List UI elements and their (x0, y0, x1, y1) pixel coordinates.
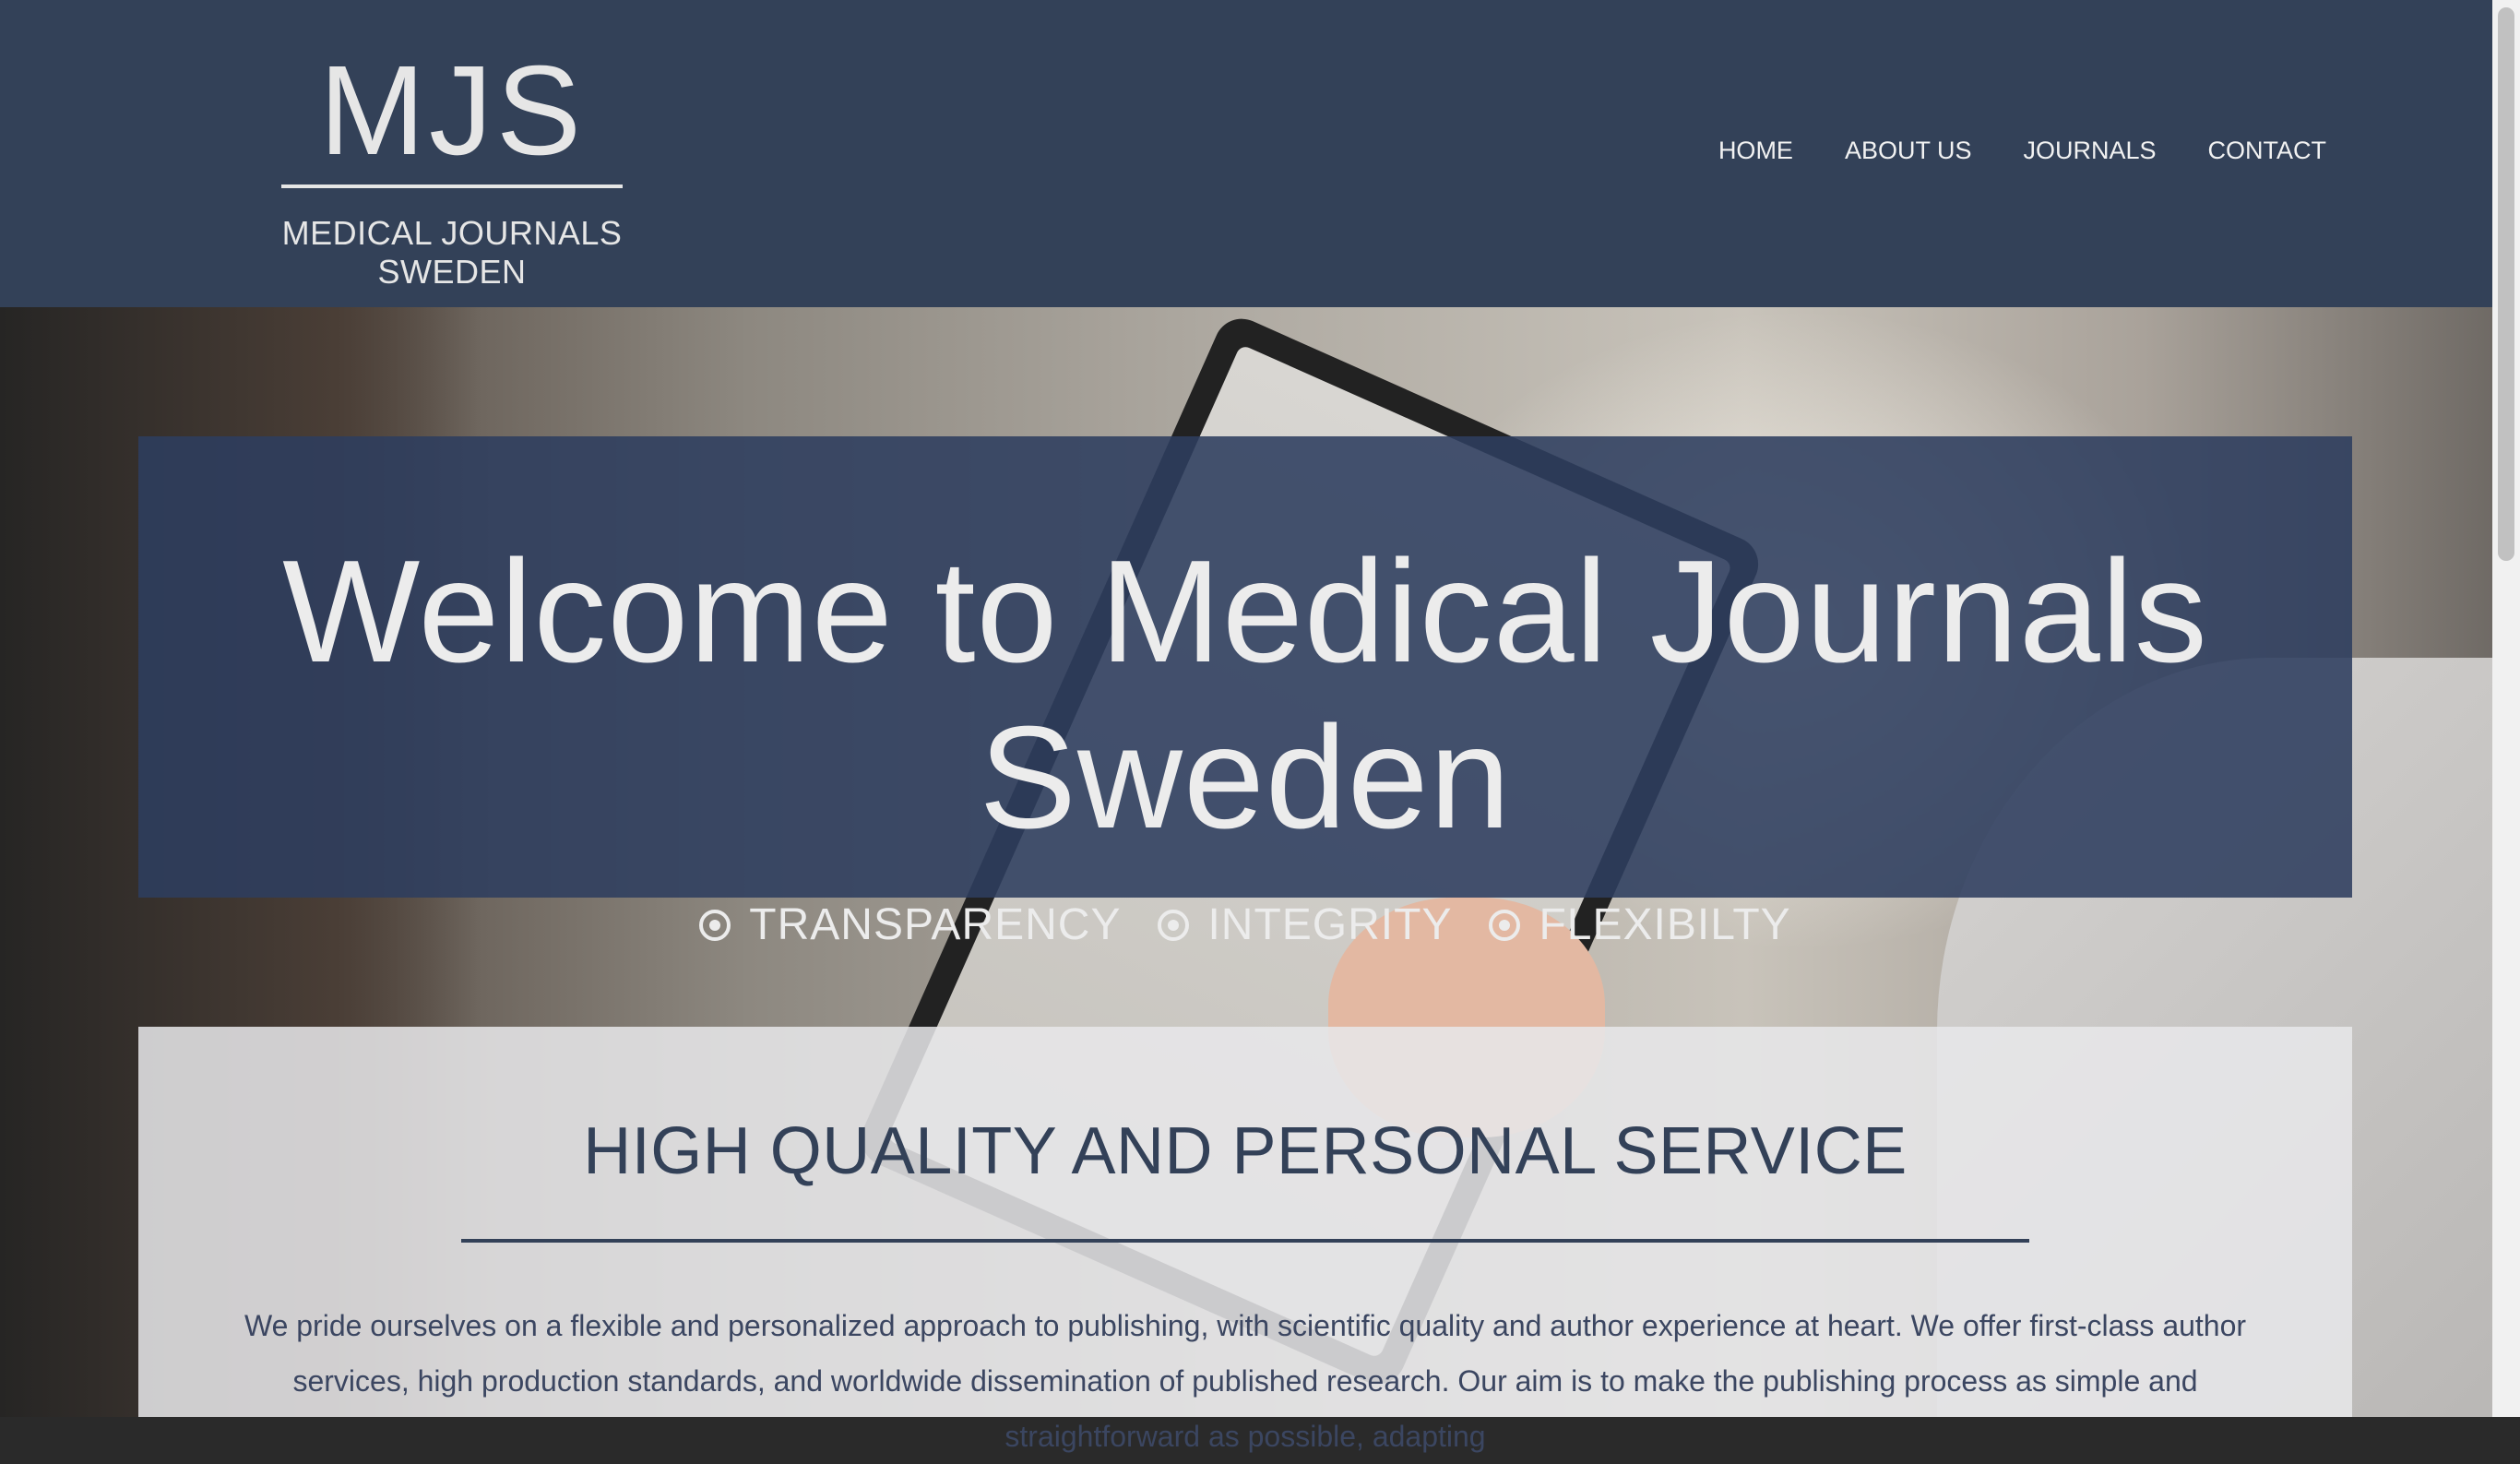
radio-dot-icon (1158, 909, 1190, 941)
value-transparency: TRANSPARENCY (699, 899, 1121, 950)
service-panel: HIGH QUALITY AND PERSONAL SERVICE We pri… (138, 1027, 2352, 1453)
radio-dot-icon (1489, 909, 1521, 941)
nav-home[interactable]: HOME (1718, 137, 1793, 165)
site-logo[interactable]: MJS MEDICAL JOURNALS SWEDEN (221, 37, 683, 292)
welcome-panel: Welcome to Medical Journals Sweden TRANS… (138, 436, 2352, 949)
logo-subtitle: MEDICAL JOURNALS SWEDEN (281, 214, 623, 291)
welcome-heading: Welcome to Medical Journals Sweden (282, 530, 2208, 859)
service-paragraph: We pride ourselves on a flexible and per… (244, 1309, 2247, 1453)
value-label: TRANSPARENCY (749, 900, 1122, 949)
nav-about-us[interactable]: ABOUT US (1845, 137, 1972, 165)
service-heading: HIGH QUALITY AND PERSONAL SERVICE (583, 1114, 1908, 1188)
site-header: MJS MEDICAL JOURNALS SWEDEN HOME ABOUT U… (0, 0, 2492, 307)
values-list: TRANSPARENCY INTEGRITY FLEXIBILTY (138, 899, 2352, 950)
page-scrollbar[interactable] (2492, 0, 2520, 1417)
value-flexibility: FLEXIBILTY (1489, 899, 1790, 950)
value-integrity: INTEGRITY (1158, 899, 1452, 950)
scrollbar-thumb[interactable] (2498, 7, 2514, 561)
logo-divider (281, 184, 623, 188)
logo-mark: MJS (319, 40, 585, 182)
main-nav: HOME ABOUT US JOURNALS CONTACT (1718, 137, 2326, 165)
value-label: INTEGRITY (1207, 900, 1453, 949)
nav-journals[interactable]: JOURNALS (2023, 137, 2156, 165)
nav-contact[interactable]: CONTACT (2208, 137, 2327, 165)
radio-dot-icon (699, 909, 731, 941)
service-divider (461, 1239, 2029, 1243)
value-label: FLEXIBILTY (1539, 900, 1791, 949)
